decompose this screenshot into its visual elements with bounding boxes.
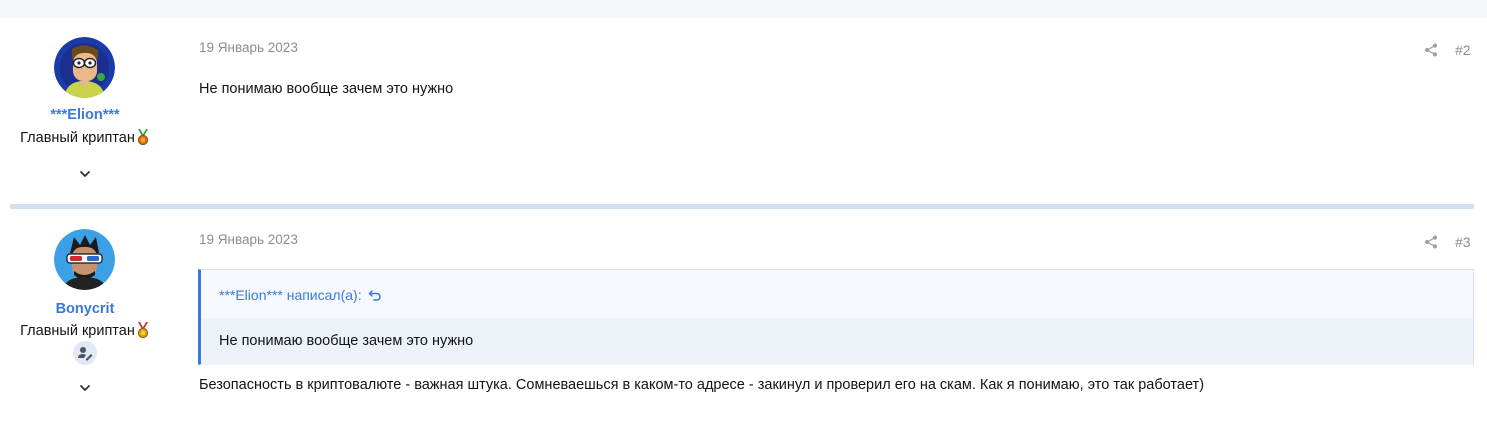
avatar[interactable] xyxy=(54,37,115,98)
reply-arrow-icon[interactable] xyxy=(368,288,382,305)
post-date[interactable]: 19 Январь 2023 xyxy=(199,232,298,247)
user-title: Главный криптан xyxy=(0,322,170,342)
chevron-down-icon[interactable] xyxy=(77,380,93,396)
share-icon[interactable] xyxy=(1424,43,1438,57)
post-3: Bonycrit Главный криптан 19 Январь 2023 … xyxy=(0,210,1487,421)
medal-icon xyxy=(136,322,150,342)
quote-header: ***Elion*** написал(а): xyxy=(201,270,1473,318)
user-edit-icon[interactable] xyxy=(73,341,97,365)
share-icon[interactable] xyxy=(1424,235,1438,249)
post-content: Безопасность в криптовалюте - важная шту… xyxy=(199,377,1205,393)
post-date[interactable]: 19 Январь 2023 xyxy=(199,40,298,55)
post-content: Не понимаю вообще зачем это нужно xyxy=(199,81,454,97)
user-title: Главный криптан xyxy=(0,129,170,149)
top-band xyxy=(0,0,1487,18)
username[interactable]: ***Elion*** xyxy=(0,107,170,123)
avatar[interactable] xyxy=(54,229,115,290)
quote-author-label[interactable]: ***Elion*** написал(а): xyxy=(219,287,362,303)
user-title-label: Главный криптан xyxy=(20,323,135,339)
post-2: ***Elion*** Главный криптан 19 Январь 20… xyxy=(0,18,1487,203)
quote-block: ***Elion*** написал(а): Не понимаю вообщ… xyxy=(198,269,1474,365)
post-separator xyxy=(10,204,1474,209)
quote-author[interactable]: ***Elion*** написал(а): xyxy=(219,287,382,305)
user-title-label: Главный криптан xyxy=(20,130,135,146)
username[interactable]: Bonycrit xyxy=(0,301,170,317)
post-number[interactable]: #2 xyxy=(1455,42,1471,58)
medal-icon xyxy=(136,129,150,149)
post-number[interactable]: #3 xyxy=(1455,234,1471,250)
chevron-down-icon[interactable] xyxy=(77,166,93,182)
quote-body: Не понимаю вообще зачем это нужно xyxy=(201,318,1473,365)
quote-text: Не понимаю вообще зачем это нужно xyxy=(219,333,474,349)
